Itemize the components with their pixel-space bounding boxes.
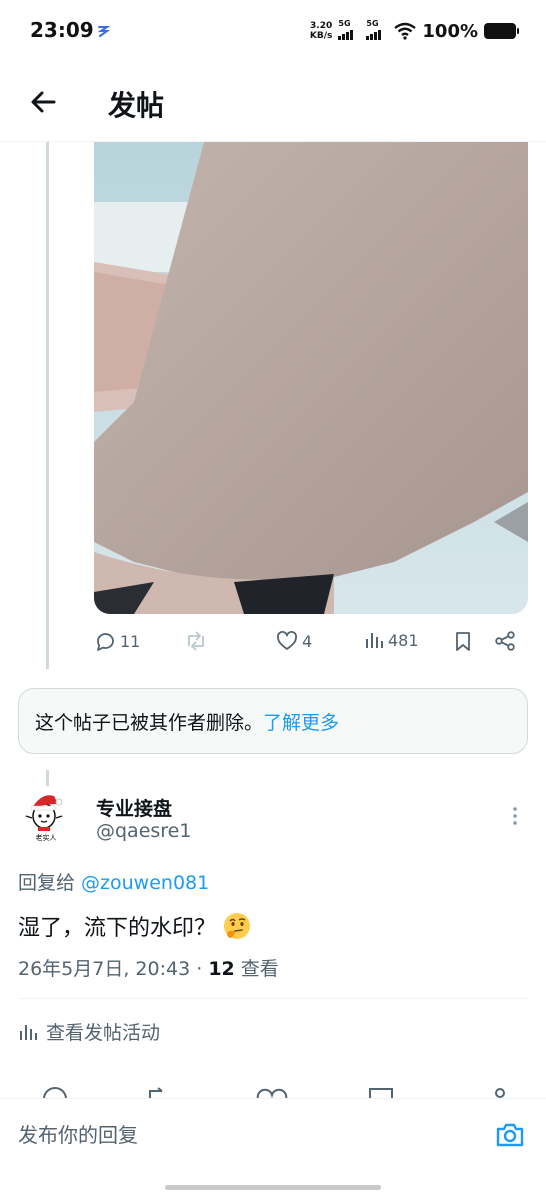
reply-composer: 发布你的回复 bbox=[0, 1098, 546, 1200]
reply-to-label: 回复给 bbox=[18, 872, 82, 894]
more-options-icon[interactable] bbox=[508, 804, 522, 828]
activity-label: 查看发帖活动 bbox=[46, 1022, 161, 1044]
bookmark-button[interactable] bbox=[452, 630, 474, 652]
reply-to-mention[interactable]: @zouwen081 bbox=[81, 872, 209, 894]
status-bar: 23:09 3.20 KB/s 5G 5G 100% bbox=[0, 0, 546, 62]
deleted-post-notice: 这个帖子已被其作者删除。了解更多 bbox=[18, 688, 528, 754]
share-icon bbox=[495, 631, 515, 651]
reply-count: 11 bbox=[120, 631, 141, 651]
thinking-face-icon bbox=[224, 913, 251, 939]
thread-connector-line bbox=[46, 142, 49, 669]
reply-actions-partial bbox=[0, 1084, 546, 1098]
retweet-icon bbox=[188, 631, 204, 651]
learn-more-link[interactable]: 了解更多 bbox=[263, 712, 339, 734]
wifi-icon bbox=[394, 22, 417, 40]
status-indicators: 3.20 KB/s 5G 5G 100% bbox=[309, 18, 519, 44]
view-count-label: 查看 bbox=[234, 958, 279, 980]
divider bbox=[18, 998, 528, 999]
avatar[interactable]: 老实人 bbox=[18, 786, 74, 842]
avatar-caption: 老实人 bbox=[36, 833, 57, 842]
reply-to-line: 回复给 @zouwen081 bbox=[18, 868, 209, 895]
page-title: 发帖 bbox=[108, 89, 165, 122]
display-name[interactable]: 专业接盘 bbox=[96, 794, 172, 821]
reply-icon bbox=[97, 633, 114, 651]
home-indicator[interactable] bbox=[165, 1185, 381, 1190]
reply-button[interactable]: 11 bbox=[94, 630, 140, 652]
signal-icon-sim1: 5G bbox=[338, 19, 360, 40]
post-actions: 11 4 481 bbox=[94, 624, 524, 662]
reply-text-content: 湿了，流下的水印？ bbox=[18, 916, 217, 941]
signal-icon-sim2: 5G bbox=[366, 19, 388, 40]
like-count: 4 bbox=[302, 631, 313, 651]
post-meta: 26年5月7日, 20:43 · 12 查看 bbox=[18, 954, 279, 981]
analytics-icon bbox=[366, 633, 383, 648]
top-app-bar: 发帖 bbox=[0, 62, 546, 142]
partial-action-icons bbox=[43, 1087, 505, 1098]
post-media-photo[interactable] bbox=[94, 142, 528, 614]
share-button[interactable] bbox=[494, 630, 516, 652]
like-button[interactable]: 4 bbox=[276, 630, 312, 652]
app-notification-icon bbox=[97, 26, 110, 37]
views-button[interactable]: 481 bbox=[364, 630, 419, 650]
deleted-notice-text: 这个帖子已被其作者删除。 bbox=[35, 712, 264, 734]
view-count: 481 bbox=[388, 630, 419, 650]
retweet-button[interactable] bbox=[184, 630, 212, 652]
battery-percent: 100% bbox=[422, 20, 478, 42]
post-date: 26年5月7日, 20:43 · bbox=[18, 958, 209, 980]
arrow-left-icon[interactable] bbox=[24, 82, 64, 122]
user-handle[interactable]: @qaesre1 bbox=[96, 820, 191, 842]
avatar-image: 老实人 bbox=[25, 795, 63, 842]
reply-input[interactable]: 发布你的回复 bbox=[18, 1119, 138, 1148]
analytics-icon bbox=[20, 1024, 37, 1040]
post-activity-link[interactable]: 查看发帖活动 bbox=[18, 1018, 160, 1045]
camera-icon[interactable] bbox=[494, 1119, 526, 1151]
battery-icon bbox=[484, 23, 519, 39]
photo-image bbox=[94, 142, 528, 614]
network-speed: 3.20 KB/s bbox=[309, 21, 333, 41]
bookmark-icon bbox=[456, 632, 470, 651]
reply-text: 湿了，流下的水印？ bbox=[18, 910, 252, 942]
heart-icon bbox=[277, 631, 297, 650]
status-time: 23:09 bbox=[30, 18, 94, 42]
view-count-number: 12 bbox=[208, 958, 235, 980]
